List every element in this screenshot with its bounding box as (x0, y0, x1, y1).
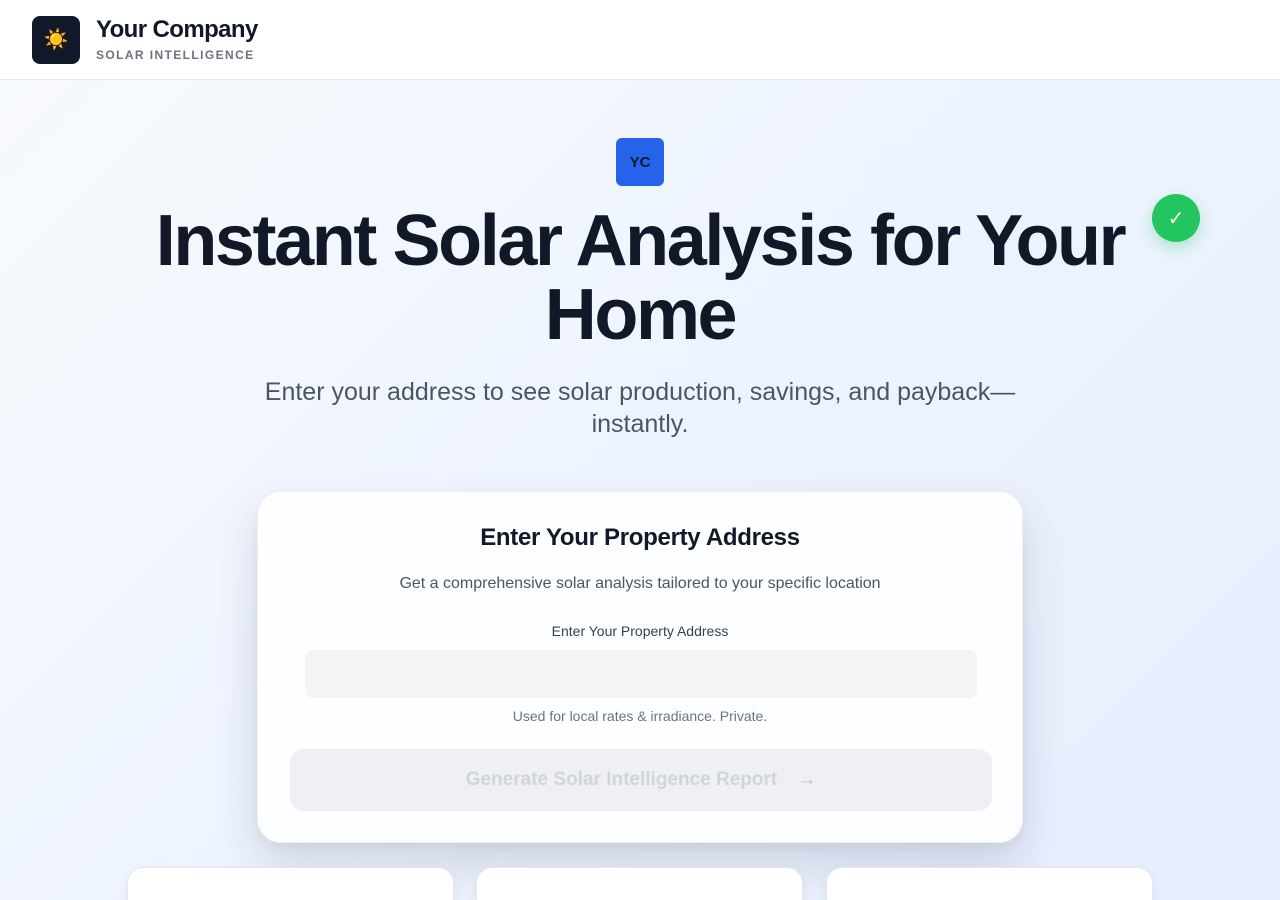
feature-card (826, 867, 1153, 900)
page-title: Instant Solar Analysis for Your Home (155, 201, 1127, 355)
brand-tagline: SOLAR INTELLIGENCE (96, 48, 255, 62)
address-field-hint: Used for local rates & irradiance. Priva… (512, 708, 768, 724)
site-header: ☀️ Your Company SOLAR INTELLIGENCE (0, 0, 1280, 80)
generate-report-label: Generate Solar Intelligence Report (465, 769, 778, 790)
feature-card (476, 867, 803, 900)
logo[interactable]: ☀️ (32, 16, 80, 64)
address-form-card: Enter Your Property Address Get a compre… (257, 491, 1023, 843)
sun-icon: ☀️ (43, 29, 69, 51)
card-description: Get a comprehensive solar analysis tailo… (399, 575, 881, 592)
check-icon: ✓ (1152, 194, 1200, 242)
feature-card (127, 867, 454, 900)
brand-name[interactable]: Your Company (96, 16, 258, 44)
card-title: Enter Your Property Address (480, 524, 800, 551)
address-field-label: Enter Your Property Address (551, 623, 729, 639)
generate-report-button[interactable]: Generate Solar Intelligence Report → (290, 749, 992, 811)
arrow-right-icon: → (797, 769, 817, 790)
company-initials-badge: YC (616, 138, 664, 186)
page-subtitle: Enter your address to see solar producti… (264, 378, 1016, 438)
address-input[interactable] (305, 650, 977, 698)
